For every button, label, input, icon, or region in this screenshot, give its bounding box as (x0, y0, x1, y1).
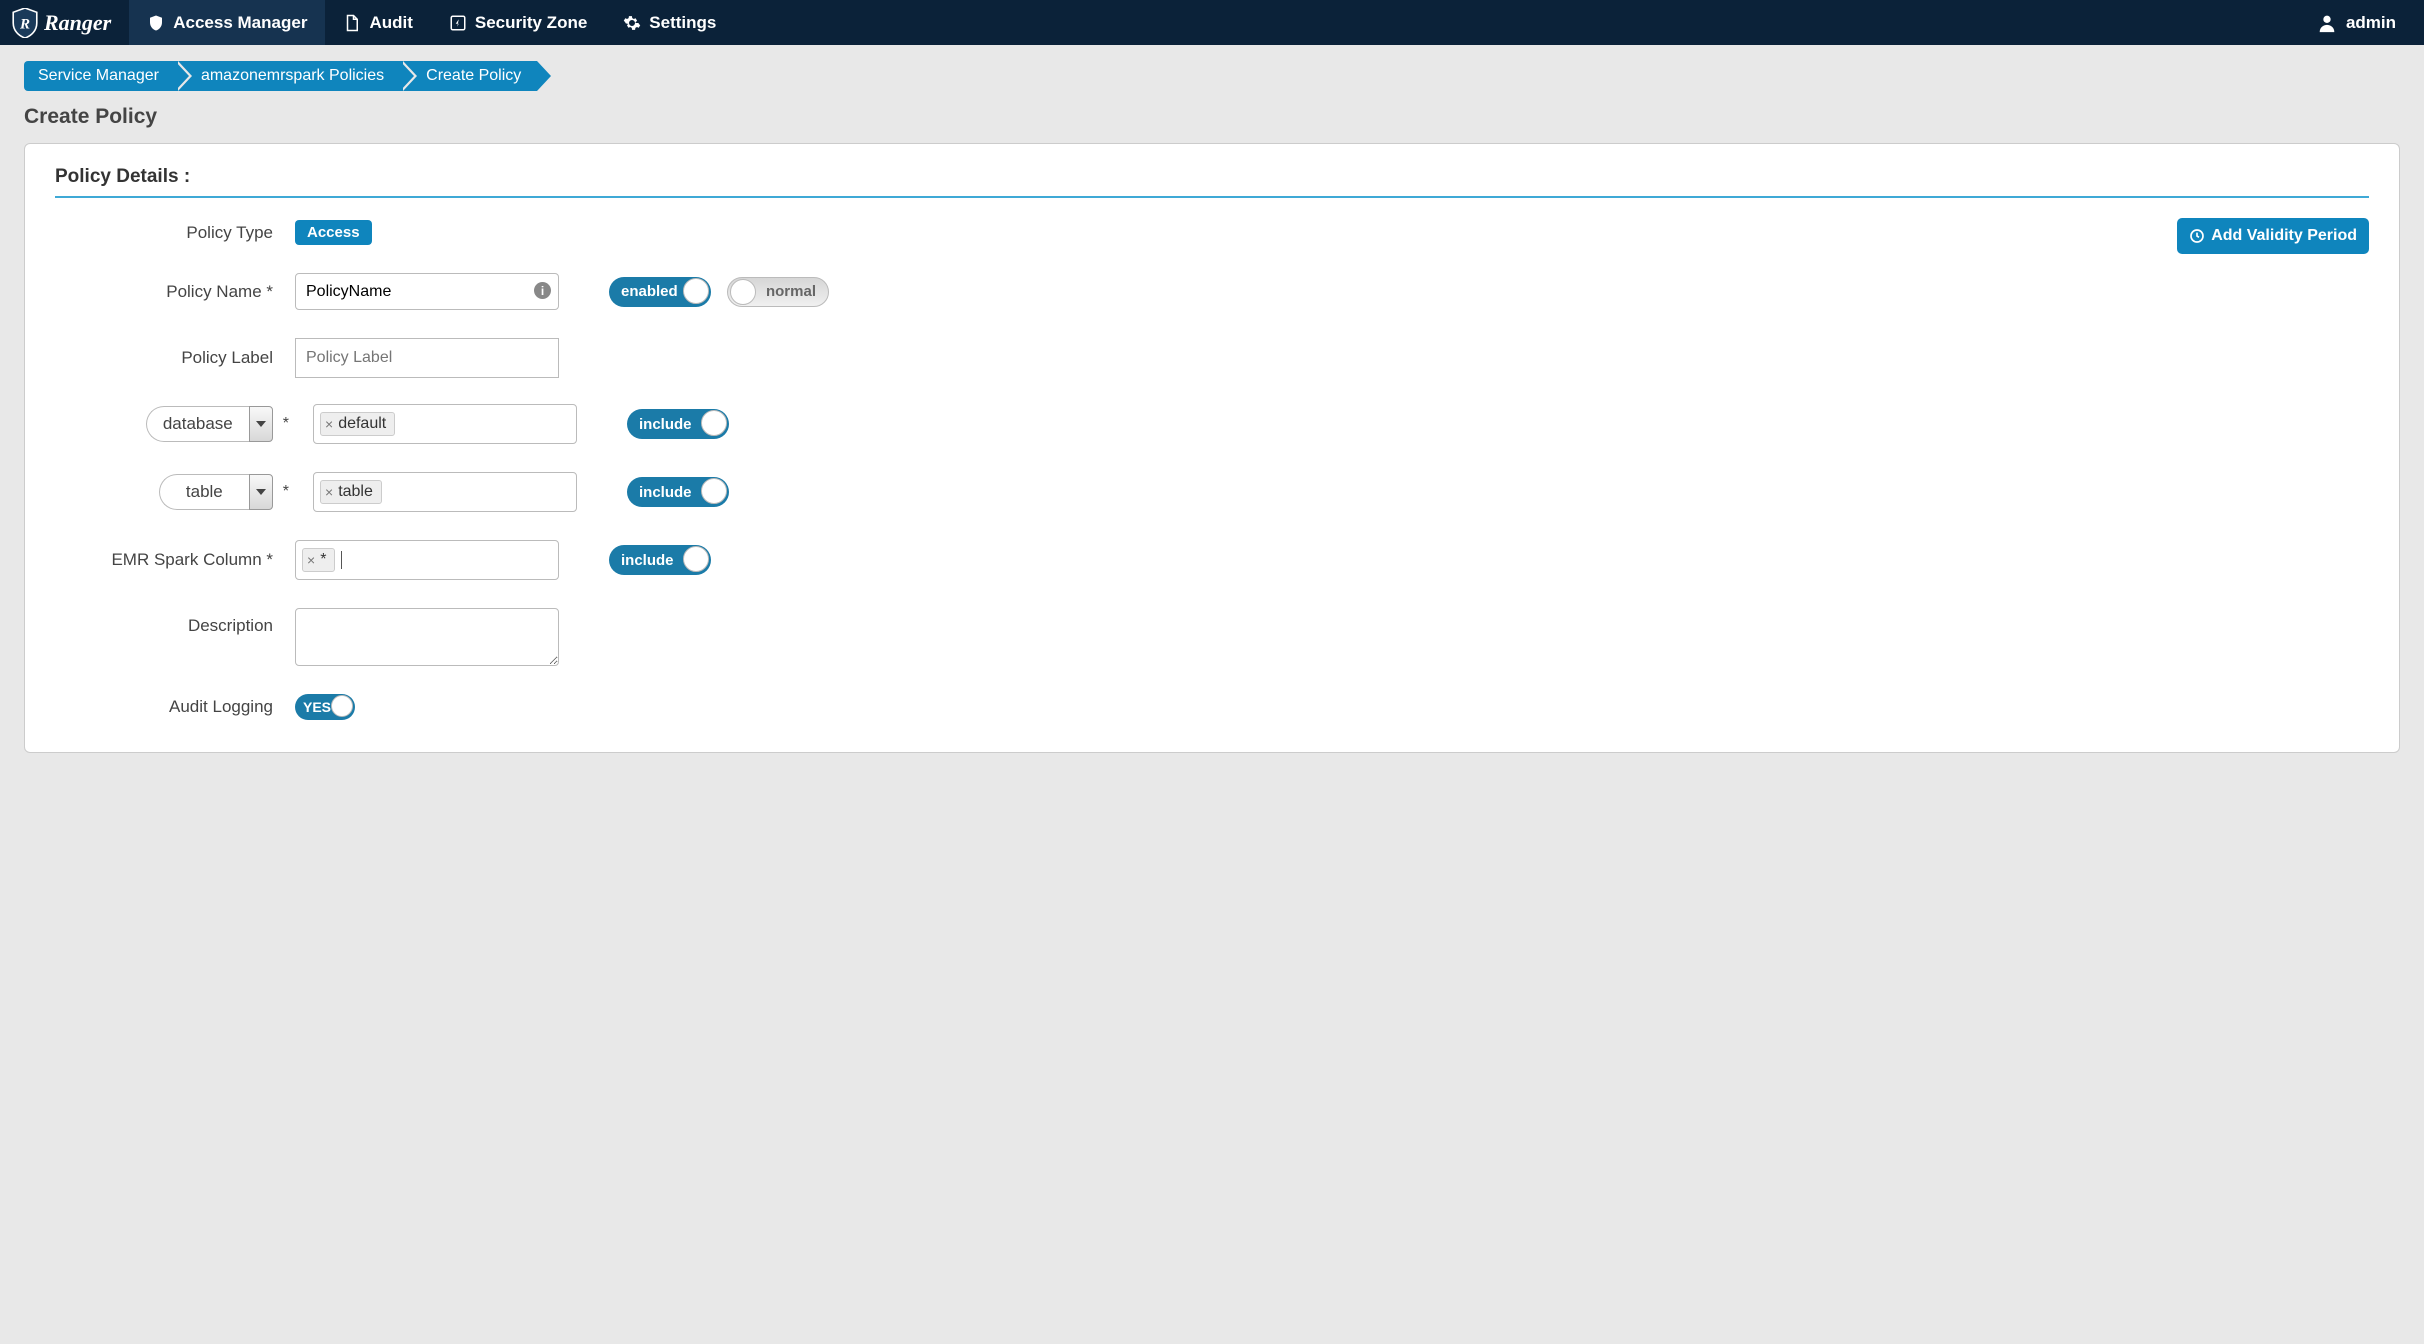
tag-text: default (338, 415, 386, 433)
page-title: Create Policy (0, 99, 2424, 143)
audit-logging-toggle[interactable]: YES (295, 694, 355, 720)
database-tag: × default (320, 412, 395, 436)
brand-text: Ranger (44, 10, 111, 36)
label-description: Description (55, 608, 295, 636)
top-navbar: R Ranger Access Manager Audit Security Z… (0, 0, 2424, 45)
required-star: * (283, 483, 289, 501)
nav-security-zone-label: Security Zone (475, 13, 587, 33)
nav-access-manager-label: Access Manager (173, 13, 307, 33)
add-validity-label: Add Validity Period (2211, 227, 2357, 245)
nav-security-zone[interactable]: Security Zone (431, 0, 605, 45)
breadcrumb: Service Manager amazonemrspark Policies … (24, 61, 2400, 91)
table-tag: × table (320, 480, 382, 504)
row-audit-logging: Audit Logging YES (55, 694, 2369, 720)
policy-label-input[interactable] (295, 338, 559, 378)
shield-icon (147, 14, 165, 32)
table-combo-label: table (159, 474, 249, 510)
tag-text: table (338, 483, 373, 501)
database-include-toggle[interactable]: include (627, 409, 729, 439)
table-combo-dropdown[interactable] (249, 474, 273, 510)
gear-icon (623, 14, 641, 32)
required-star: * (283, 415, 289, 433)
yes-toggle-label: YES (303, 699, 331, 715)
include-toggle-label: include (639, 484, 692, 501)
description-textarea[interactable] (295, 608, 559, 666)
enabled-toggle-label: enabled (621, 283, 678, 300)
toggle-knob (701, 410, 727, 436)
normal-toggle[interactable]: normal (727, 277, 829, 307)
remove-tag-icon[interactable]: × (307, 552, 315, 568)
label-policy-type: Policy Type (55, 223, 295, 243)
toggle-knob (683, 278, 709, 304)
row-policy-label: Policy Label (55, 338, 2369, 378)
toggle-knob (683, 546, 709, 572)
nav-settings[interactable]: Settings (605, 0, 734, 45)
crumb-label: Service Manager (38, 67, 159, 85)
include-toggle-label: include (639, 416, 692, 433)
database-combo-label: database (146, 406, 249, 442)
add-validity-period-button[interactable]: Add Validity Period (2177, 218, 2369, 254)
brand-logo[interactable]: R Ranger (0, 0, 129, 45)
crumb-label: Create Policy (426, 67, 521, 85)
user-icon (2316, 12, 2338, 34)
text-cursor (341, 551, 342, 569)
crumb-service-manager[interactable]: Service Manager (24, 61, 175, 91)
nav-access-manager[interactable]: Access Manager (129, 0, 325, 45)
ranger-shield-icon: R (12, 8, 38, 38)
clock-icon (2189, 228, 2205, 244)
row-policy-name: Policy Name * i enabled normal (55, 273, 2369, 310)
nav-audit-label: Audit (369, 13, 412, 33)
section-title: Policy Details : (55, 166, 2369, 198)
nav-settings-label: Settings (649, 13, 716, 33)
remove-tag-icon[interactable]: × (325, 484, 333, 500)
bolt-box-icon (449, 14, 467, 32)
breadcrumb-container: Service Manager amazonemrspark Policies … (0, 45, 2424, 99)
nav-user[interactable]: admin (2302, 0, 2424, 45)
toggle-knob (701, 478, 727, 504)
document-icon (343, 14, 361, 32)
enabled-toggle[interactable]: enabled (609, 277, 711, 307)
svg-text:R: R (19, 16, 30, 32)
nav-user-name: admin (2346, 13, 2396, 33)
label-emr-spark-column: EMR Spark Column * (55, 550, 295, 570)
table-tag-input[interactable]: × table (313, 472, 577, 512)
policy-type-badge: Access (295, 220, 372, 245)
row-emr-spark-column: EMR Spark Column * × * include (55, 540, 2369, 580)
column-tag: × * (302, 548, 335, 572)
tag-text: * (320, 551, 326, 569)
column-tag-input[interactable]: × * (295, 540, 559, 580)
label-policy-name: Policy Name * (55, 282, 295, 302)
toggle-knob (331, 695, 353, 717)
database-combo: database (146, 406, 273, 442)
nav-audit[interactable]: Audit (325, 0, 430, 45)
crumb-policies[interactable]: amazonemrspark Policies (175, 61, 400, 91)
crumb-label: amazonemrspark Policies (201, 67, 384, 85)
toggle-knob (730, 279, 756, 305)
include-toggle-label: include (621, 552, 674, 569)
info-icon[interactable]: i (534, 282, 551, 299)
row-table: table * × table include (55, 472, 2369, 512)
table-include-toggle[interactable]: include (627, 477, 729, 507)
row-database: database * × default include (55, 404, 2369, 444)
table-combo: table (159, 474, 273, 510)
label-audit-logging: Audit Logging (55, 697, 295, 717)
policy-name-input[interactable] (295, 273, 559, 310)
database-combo-dropdown[interactable] (249, 406, 273, 442)
normal-toggle-label: normal (766, 283, 816, 300)
policy-panel: Policy Details : Policy Type Access Add … (24, 143, 2400, 753)
database-tag-input[interactable]: × default (313, 404, 577, 444)
remove-tag-icon[interactable]: × (325, 416, 333, 432)
row-policy-type: Policy Type Access Add Validity Period (55, 220, 2369, 245)
column-include-toggle[interactable]: include (609, 545, 711, 575)
label-policy-label: Policy Label (55, 348, 295, 368)
row-description: Description (55, 608, 2369, 666)
crumb-create-policy[interactable]: Create Policy (400, 61, 537, 91)
